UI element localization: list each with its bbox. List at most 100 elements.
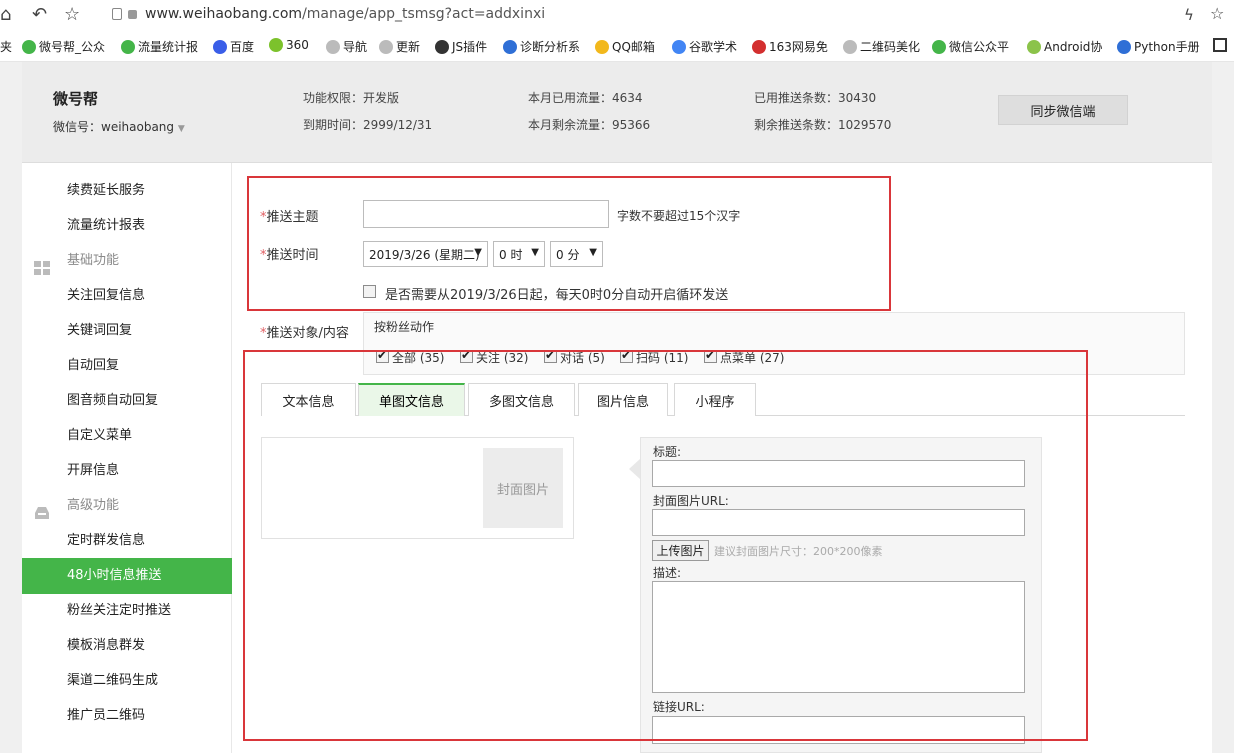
bookmark-item[interactable]: 夹	[0, 38, 12, 55]
message-type-tab[interactable]: 多图文信息	[468, 383, 575, 416]
dropdown-arrow-icon: ▼	[474, 247, 482, 258]
bookmark-favicon-icon	[843, 39, 857, 54]
favorite-star-icon[interactable]: ☆	[1210, 4, 1224, 23]
bookmark-item[interactable]: 微信公众平	[932, 38, 1009, 55]
bookmark-item[interactable]: 163网易免	[752, 38, 828, 55]
sidebar-item[interactable]: 自定义菜单	[22, 418, 232, 454]
sidebar-item-label: 48小时信息推送	[67, 568, 162, 583]
link-url-input[interactable]	[652, 716, 1025, 744]
article-editor: 标题: 封面图片URL: 上传图片 建议封面图片尺寸：200*200像素 描述:…	[640, 437, 1042, 753]
sidebar-item-label: 续费延长服务	[67, 183, 146, 198]
message-type-tab[interactable]: 小程序	[674, 383, 756, 416]
sidebar-item[interactable]: 推广员二维码	[22, 698, 232, 734]
description-label: 描述:	[653, 566, 682, 580]
loop-label: 是否需要从2019/3/26日起，每天0时0分自动开启循环发送	[385, 288, 729, 303]
sidebar-group-heading: 基础功能	[22, 243, 232, 279]
fan-action-checkbox[interactable]	[620, 348, 633, 363]
wechat-id-label: 微信号：weihaobang	[53, 120, 175, 134]
home-icon[interactable]: ⌂	[0, 4, 11, 25]
upload-image-button[interactable]: 上传图片	[652, 540, 709, 561]
bookmark-item[interactable]: 谷歌学术	[672, 38, 737, 55]
sidebar-item-label: 关键词回复	[67, 323, 133, 338]
sync-wechat-button[interactable]: 同步微信端	[998, 95, 1128, 125]
account-name: 微号帮	[53, 90, 99, 108]
message-type-tab[interactable]: 图片信息	[578, 383, 668, 416]
sidebar-item[interactable]: 自动回复	[22, 348, 232, 384]
bookmark-label: Python手册	[1134, 40, 1200, 54]
loop-checkbox[interactable]	[363, 285, 376, 298]
fan-action-checkbox[interactable]	[544, 348, 557, 363]
fan-action-label: 点菜单 (27)	[720, 351, 785, 365]
sidebar-item-label: 关注回复信息	[67, 288, 146, 303]
stat-push-left: 剩余推送条数：1029570	[754, 118, 892, 132]
upload-hint: 建议封面图片尺寸：200*200像素	[714, 545, 883, 558]
url-path: /manage/app_tsmsg?act=addxinxi	[302, 6, 546, 22]
main-content: *推送主题 字数不要超过15个汉字 *推送时间 2019/3/26 (星期二) ▼…	[233, 163, 1212, 753]
sidebar-group-heading: 高级功能	[22, 488, 232, 524]
sidebar-item[interactable]: 流量统计报表	[22, 208, 232, 244]
bookmark-item[interactable]: Android协	[1027, 38, 1102, 55]
message-type-tab[interactable]: 单图文信息	[358, 383, 465, 416]
subject-hint: 字数不要超过15个汉字	[617, 209, 741, 223]
bookmark-item[interactable]: 百度	[213, 38, 254, 55]
sidebar-item-label: 高级功能	[67, 498, 120, 513]
sidebar-item[interactable]: 48小时信息推送	[22, 558, 232, 594]
wechat-id-selector[interactable]: 微信号：weihaobang ▼	[53, 118, 185, 135]
sidebar-item[interactable]: 定时群发信息	[22, 523, 232, 559]
bookmark-item[interactable]: 导航	[326, 38, 367, 55]
sidebar-item[interactable]: 续费延长服务	[22, 173, 232, 209]
title-input[interactable]	[652, 460, 1025, 487]
cover-url-input[interactable]	[652, 509, 1025, 536]
minute-select[interactable]: 0 分 ▼	[550, 241, 603, 267]
bookmark-favicon-icon	[121, 39, 135, 54]
subject-input[interactable]	[363, 200, 609, 228]
sidebar-item[interactable]: 图音频自动回复	[22, 383, 232, 419]
sidebar-item[interactable]: 开屏信息	[22, 453, 232, 489]
fan-action-label: 全部 (35)	[392, 351, 445, 365]
bookmark-item[interactable]: Python手册	[1117, 38, 1200, 55]
bookmark-favicon-icon	[269, 38, 283, 52]
grid-icon	[34, 254, 50, 275]
bookmark-item[interactable]: 诊断分析系	[503, 38, 580, 55]
sidebar-item-label: 推广员二维码	[67, 708, 146, 723]
bookmark-item[interactable]: JS插件	[435, 38, 487, 55]
bookmark-label: 诊断分析系	[520, 40, 581, 54]
bookmark-favicon-icon	[503, 39, 517, 54]
bookmark-label: 导航	[343, 40, 368, 54]
sidebar-item-label: 粉丝关注定时推送	[67, 603, 172, 618]
bookmark-favicon-icon	[213, 39, 227, 54]
bookmarks-bar: 夹 微号帮_公众 流量统计报 百度 360 导航 更新 JS插件 诊断分析系 QQ邮箱 谷歌学术 16…	[0, 30, 1234, 62]
hour-select[interactable]: 0 时 ▼	[493, 241, 545, 267]
hour-select-value: 0 时	[499, 247, 523, 262]
bookmark-favicon-icon	[595, 39, 609, 54]
sidebar-item[interactable]: 关注回复信息	[22, 278, 232, 314]
fan-action-checkbox[interactable]	[376, 348, 389, 363]
bookmark-item[interactable]: 流量统计报	[121, 38, 198, 55]
fan-action-checkbox[interactable]	[460, 348, 473, 363]
sidebar-item[interactable]: 关键词回复	[22, 313, 232, 349]
cover-placeholder[interactable]: 封面图片	[483, 448, 563, 528]
bookmark-label: 百度	[230, 40, 255, 54]
bookmark-label: 谷歌学术	[689, 40, 738, 54]
time-label: *推送时间	[260, 248, 319, 263]
star-icon[interactable]: ☆	[64, 4, 80, 25]
bookmark-item[interactable]: 360	[269, 38, 309, 52]
target-label: *推送对象/内容	[260, 326, 349, 341]
bookmark-item[interactable]: 更新	[379, 38, 420, 55]
undo-icon[interactable]: ↶	[32, 4, 47, 25]
message-type-tab[interactable]: 文本信息	[261, 383, 356, 416]
description-textarea[interactable]	[652, 581, 1025, 693]
sidebar-item[interactable]: 渠道二维码生成	[22, 663, 232, 699]
sidebar-item[interactable]: 粉丝关注定时推送	[22, 593, 232, 629]
bookmark-item[interactable]: QQ邮箱	[595, 38, 655, 55]
bookmark-label: 微信公众平	[949, 40, 1010, 54]
url-field[interactable]: www.weihaobang.com/manage/app_tsmsg?act=…	[145, 6, 545, 22]
date-select[interactable]: 2019/3/26 (星期二) ▼	[363, 241, 488, 267]
page-gutter-left	[0, 62, 22, 753]
lightning-icon[interactable]: ϟ	[1184, 6, 1194, 24]
sidebar-item[interactable]: 模板消息群发	[22, 628, 232, 664]
bookmark-item[interactable]: 微号帮_公众	[22, 38, 105, 55]
reading-list-icon[interactable]	[1213, 38, 1227, 52]
bookmark-item[interactable]: 二维码美化	[843, 38, 920, 55]
fan-action-checkbox[interactable]	[704, 348, 717, 363]
